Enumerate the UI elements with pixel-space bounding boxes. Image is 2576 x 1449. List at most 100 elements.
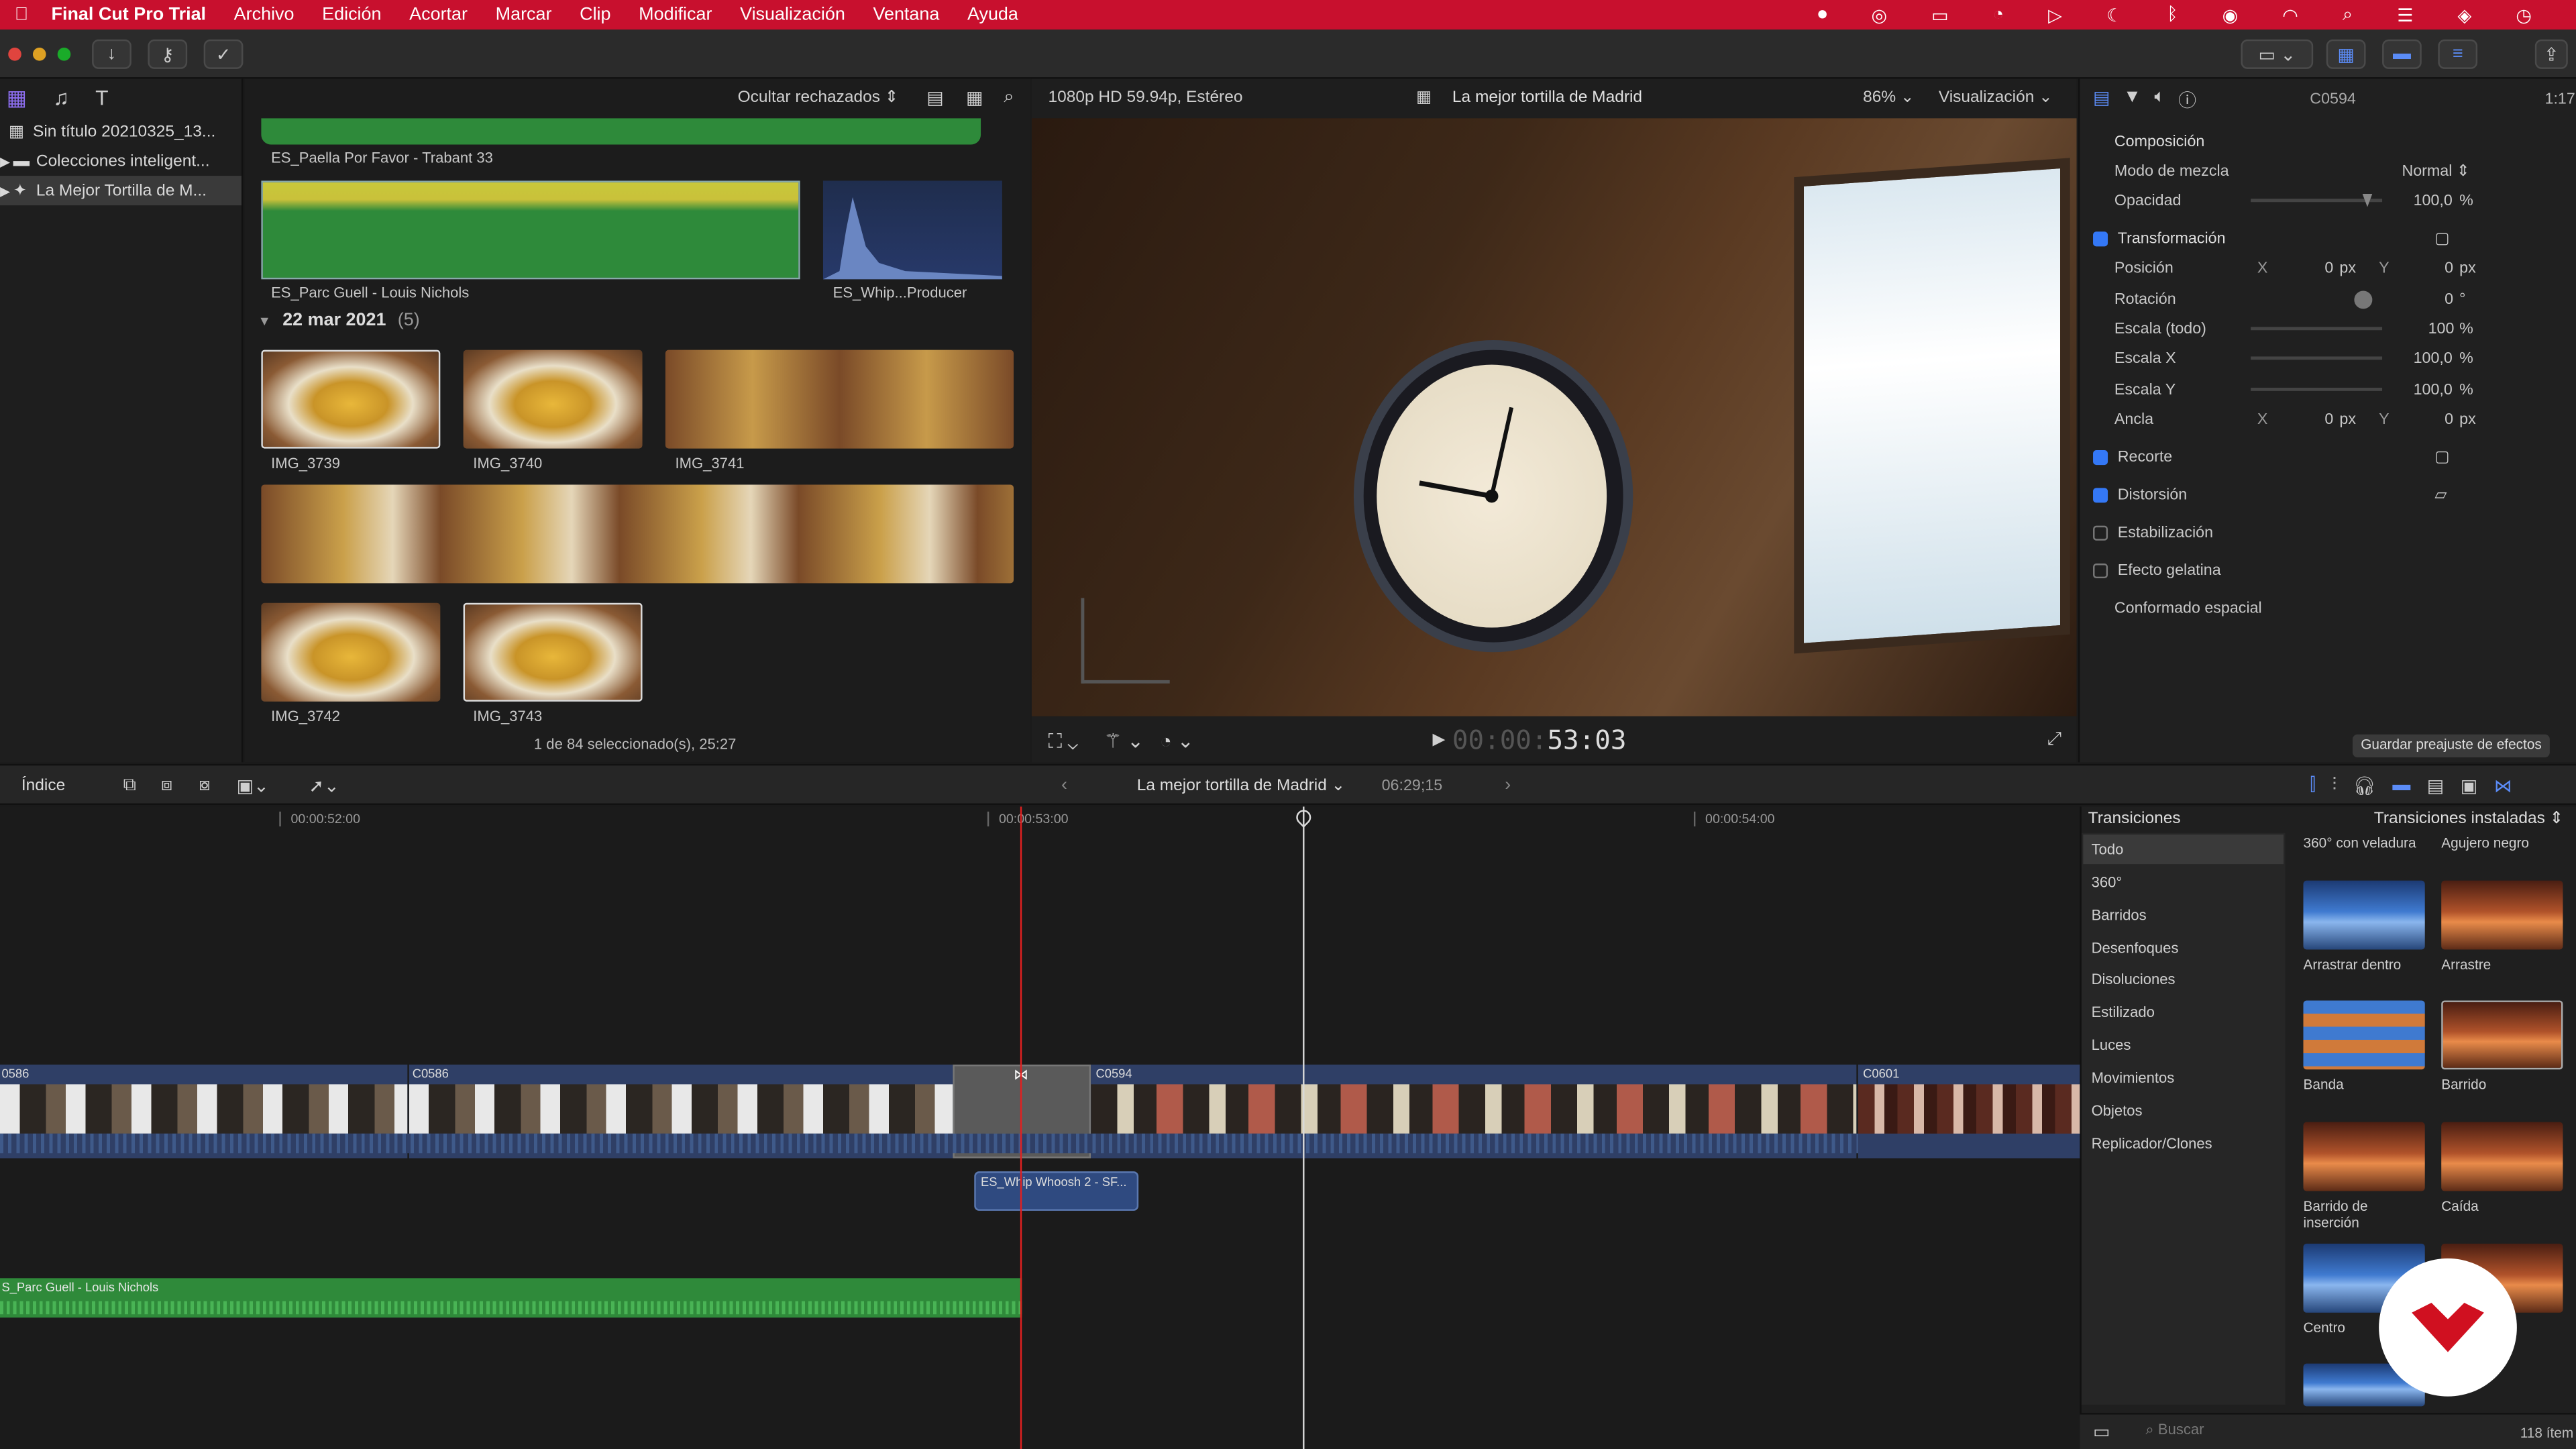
close-window-button[interactable] — [8, 48, 21, 61]
transition-thumb-banda[interactable] — [2303, 1000, 2425, 1070]
menu-modificar[interactable]: Modificar — [639, 5, 712, 24]
section-distorsion[interactable]: Distorsión ▱ — [2086, 480, 2576, 509]
library-item-sin-titulo[interactable]: ▦ Sin título 20210325_13... — [0, 117, 241, 146]
music-clip[interactable]: S_Parc Guell - Louis Nichols — [0, 1278, 1022, 1318]
section-transformacion[interactable]: Transformación ▢ — [2086, 223, 2576, 253]
speed-icon[interactable]: ◔ ⌄ — [1160, 729, 1194, 752]
insert-icon[interactable]: ⧈ — [161, 775, 172, 797]
select-tool-icon[interactable]: ➚⌄ — [309, 775, 339, 796]
estabilizacion-checkbox[interactable] — [2093, 525, 2108, 540]
filter-dropdown[interactable]: Ocultar rechazados ⇕ — [738, 89, 899, 107]
timeline-area[interactable]: 00:00:52:00 00:00:53:00 00:00:54:00 0586… — [0, 806, 2080, 1449]
thumb-img-3740[interactable] — [463, 350, 643, 449]
info-inspector-icon[interactable]: ⓘ — [2178, 87, 2196, 113]
category-objetos[interactable]: Objetos — [2083, 1095, 2284, 1125]
sidebar-toggle-icon[interactable]: ▭ — [2093, 1421, 2110, 1442]
connect-icon[interactable]: ⧉ — [123, 775, 136, 797]
menu-edicion[interactable]: Edición — [322, 5, 381, 24]
crop-tool-icon[interactable]: ⛶ ⌄ — [1048, 729, 1078, 754]
magic-wand-icon[interactable]: ⚚ ⌄ — [1104, 729, 1144, 752]
clip-appearance-icon[interactable]: ▤ — [2427, 775, 2444, 796]
category-barridos[interactable]: Barridos — [2083, 900, 2284, 930]
distort-onscreen-icon[interactable]: ▱ — [2434, 486, 2447, 504]
clip-c0601[interactable]: C0601 — [1858, 1064, 2080, 1159]
rotation-dial[interactable] — [2354, 290, 2373, 309]
user-icon[interactable]: ◉ — [2222, 5, 2239, 26]
clip-appearance-icon[interactable]: ▤ — [926, 87, 943, 108]
search-icon[interactable]: ⌕ — [2343, 5, 2353, 26]
thumb-img-3742[interactable] — [261, 602, 441, 702]
audio-skimming-icon[interactable]: ⫶ — [2332, 775, 2337, 797]
color-inspector-icon[interactable]: ▼ — [2123, 87, 2141, 113]
section-recorte[interactable]: Recorte ▢ — [2086, 442, 2576, 472]
index-button[interactable]: Índice — [21, 777, 65, 795]
photos-audio-icon[interactable]: ♫ — [53, 85, 69, 111]
transition-thumb-arrastrar-dentro[interactable] — [2303, 880, 2425, 950]
background-tasks-icon[interactable]: ✓ — [203, 39, 244, 69]
thumb-img-3743[interactable] — [463, 602, 643, 702]
view-dropdown[interactable]: Visualización ⌄ — [1939, 89, 2053, 107]
blend-mode-dropdown[interactable]: Normal ⇕ — [2402, 162, 2469, 180]
play-button[interactable]: ▶ — [1433, 731, 1446, 749]
timeline-project-dropdown[interactable]: La mejor tortilla de Madrid ⌄ — [1137, 777, 1345, 795]
recorte-checkbox[interactable] — [2093, 449, 2108, 464]
sfx-clip[interactable]: ES_Whip Whoosh 2 - SF... — [974, 1171, 1139, 1211]
transition-thumb-caida[interactable] — [2441, 1122, 2563, 1191]
category-luces[interactable]: Luces — [2083, 1030, 2284, 1060]
play-circle-icon[interactable]: ▷ — [2048, 5, 2062, 26]
audio-inspector-icon[interactable]: 🔈︎ — [2154, 87, 2165, 113]
category-movimientos[interactable]: Movimientos — [2083, 1063, 2284, 1093]
transition-thumb-arrastre[interactable] — [2441, 880, 2563, 950]
timecode-display[interactable]: 00:00:53:03 — [1452, 724, 1627, 756]
share-icon[interactable]: ⇪ — [2534, 39, 2568, 69]
menu-archivo[interactable]: Archivo — [234, 5, 294, 24]
transition-thumb-barrido[interactable] — [2441, 1000, 2563, 1070]
distorsion-checkbox[interactable] — [2093, 487, 2108, 502]
menu-ayuda[interactable]: Ayuda — [967, 5, 1018, 24]
import-icon[interactable]: ↓ — [92, 39, 131, 69]
overwrite-icon[interactable]: ▣⌄ — [237, 775, 269, 796]
opacity-slider[interactable] — [2251, 193, 2383, 207]
transitions-browser-icon[interactable]: ⋈ — [2494, 775, 2512, 796]
installed-dropdown[interactable]: Transiciones instaladas ⇕ — [2374, 810, 2563, 828]
section-conformado[interactable]: Conformado espacial — [2086, 593, 2576, 623]
menu-ventana[interactable]: Ventana — [873, 5, 939, 24]
clip-paella[interactable] — [261, 118, 981, 145]
minimize-window-button[interactable] — [32, 48, 46, 61]
library-item-tortilla[interactable]: ▶ ✦ La Mejor Tortilla de M... — [0, 176, 242, 206]
category-disoluciones[interactable]: Disoluciones — [2083, 965, 2284, 994]
disclosure-icon[interactable]: ▶ — [0, 183, 13, 198]
history-back-icon[interactable]: ‹ — [1061, 775, 1067, 795]
apple-icon[interactable]:  — [15, 5, 28, 24]
fullscreen-icon[interactable]: ⤢ — [2047, 729, 2061, 751]
zoom-dropdown[interactable]: 86% ⌄ — [1863, 89, 1914, 107]
save-preset-button[interactable]: Guardar preajuste de efectos — [2352, 734, 2551, 757]
siri-icon[interactable]: ◈ — [2458, 5, 2472, 26]
workspace-icon[interactable]: ▭ ⌄ — [2241, 39, 2314, 69]
library-item-colecciones[interactable]: ▶ ▬ Colecciones inteligent... — [0, 146, 241, 176]
transform-checkbox[interactable] — [2093, 231, 2108, 246]
viewer-canvas[interactable] — [1031, 118, 2077, 716]
video-inspector-icon[interactable]: ▤ — [2093, 87, 2110, 113]
solo-icon[interactable]: 🎧︎ — [2353, 775, 2376, 796]
menu-visualizacion[interactable]: Visualización — [740, 5, 845, 24]
crop-onscreen-icon[interactable]: ▢ — [2434, 447, 2449, 466]
menu-clip[interactable]: Clip — [580, 5, 610, 24]
playhead[interactable] — [1303, 806, 1305, 1449]
clip-parc-guell[interactable] — [261, 180, 800, 280]
gelatina-checkbox[interactable] — [2093, 562, 2108, 578]
menu-app-name[interactable]: Final Cut Pro Trial — [52, 5, 207, 24]
transform-onscreen-icon[interactable]: ▢ — [2434, 229, 2449, 248]
menu-acortar[interactable]: Acortar — [409, 5, 468, 24]
inspector-toggle-icon[interactable]: ≡ — [2438, 39, 2478, 69]
titles-generators-icon[interactable]: T — [95, 85, 108, 111]
history-forward-icon[interactable]: › — [1505, 775, 1511, 795]
date-group-header[interactable]: ▼ 22 mar 2021 (5) — [258, 311, 419, 330]
scale-x-slider[interactable] — [2251, 356, 2383, 360]
control-center-icon[interactable]: ☰ — [2397, 5, 2413, 26]
wifi-icon[interactable]: ◠ — [2282, 5, 2298, 26]
libraries-icon[interactable]: ▦ — [7, 85, 27, 111]
browser-search-icon[interactable]: ⌕ — [1004, 87, 1014, 109]
zoom-window-button[interactable] — [57, 48, 71, 61]
record-icon[interactable]: ⏺ — [1818, 5, 1827, 26]
